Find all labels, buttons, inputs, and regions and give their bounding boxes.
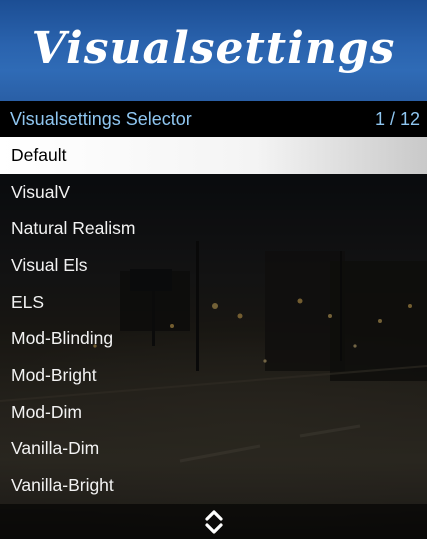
menu-item-label: Vanilla-Dim <box>11 438 100 459</box>
menu-item[interactable]: Visual Els <box>0 247 427 284</box>
menu-item-label: Natural Realism <box>11 218 136 239</box>
menu-item[interactable]: Mod-Blinding <box>0 320 427 358</box>
menu-item-label: ELS <box>11 291 45 312</box>
menu-subheader: Visualsettings Selector 1 / 12 <box>0 101 427 137</box>
menu-item[interactable]: ELS <box>0 283 427 321</box>
menu-item[interactable]: Default <box>0 137 427 174</box>
menu-item-label: Mod-Dim <box>11 401 82 422</box>
menu-item-label: Default <box>11 144 67 165</box>
visualsettings-menu: Visualsettings Visualsettings Selector 1… <box>0 0 427 539</box>
menu-list: Default VisualV Natural Realism Visual E… <box>0 137 427 504</box>
menu-item-label: Mod-Bright <box>11 364 97 385</box>
menu-item-label: VisualV <box>11 181 71 202</box>
menu-subtitle: Visualsettings Selector <box>10 108 192 129</box>
menu-item[interactable]: Vanilla-Dim <box>0 430 427 468</box>
menu-item-label: Visual Els <box>11 254 88 275</box>
menu-item-label: Mod-Blinding <box>11 328 114 349</box>
menu-footer <box>0 504 427 539</box>
menu-banner-title: Visualsettings <box>31 23 396 74</box>
menu-item[interactable]: Natural Realism <box>0 210 427 248</box>
menu-item[interactable]: Mod-Bright <box>0 357 427 394</box>
scroll-up-down-icon[interactable] <box>203 508 225 536</box>
menu-item[interactable]: Mod-Dim <box>0 393 427 431</box>
menu-banner: Visualsettings <box>0 0 427 101</box>
menu-item-label: Vanilla-Bright <box>11 475 114 496</box>
menu-item[interactable]: Vanilla-Bright <box>0 467 427 504</box>
menu-item[interactable]: VisualV <box>0 173 427 211</box>
menu-item-counter: 1 / 12 <box>374 108 420 129</box>
